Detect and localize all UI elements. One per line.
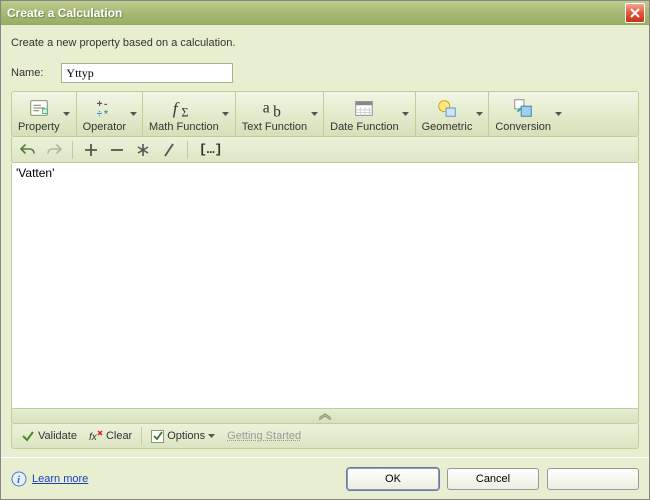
text-function-icon: ab — [261, 96, 287, 120]
date-function-dropdown[interactable] — [401, 94, 411, 134]
svg-text:b: b — [274, 103, 282, 118]
name-input[interactable] — [61, 63, 233, 83]
conversion-button[interactable]: Conversion — [489, 92, 567, 136]
date-function-icon — [351, 96, 377, 120]
svg-text:÷: ÷ — [97, 109, 103, 119]
text-function-dropdown[interactable] — [309, 94, 319, 134]
chevron-up-icon — [317, 412, 333, 420]
date-function-label: Date Function — [330, 121, 398, 133]
brackets-button[interactable]: […] — [196, 142, 225, 157]
date-function-button[interactable]: Date Function — [324, 92, 415, 136]
math-function-button[interactable]: fΣ Math Function — [143, 92, 236, 136]
operator-dropdown[interactable] — [128, 94, 138, 134]
undo-button[interactable] — [18, 140, 38, 160]
text-function-button[interactable]: ab Text Function — [236, 92, 324, 136]
minus-button[interactable] — [107, 140, 127, 160]
divide-button[interactable] — [159, 140, 179, 160]
property-label: Property — [18, 121, 60, 133]
clear-button[interactable]: fx Clear — [84, 427, 137, 445]
geometric-label: Geometric — [422, 121, 473, 133]
learn-more-area: i Learn more — [11, 471, 88, 487]
svg-text:a: a — [263, 99, 270, 116]
property-dropdown[interactable] — [62, 94, 72, 134]
multiply-button[interactable] — [133, 140, 153, 160]
geometric-dropdown[interactable] — [474, 94, 484, 134]
name-row: Name: — [11, 63, 639, 83]
options-button[interactable]: Options — [146, 428, 220, 445]
operator-label: Operator — [83, 121, 126, 133]
cancel-button[interactable]: Cancel — [447, 468, 539, 490]
close-button[interactable] — [625, 3, 645, 23]
conversion-icon — [510, 96, 536, 120]
svg-text:f: f — [173, 99, 180, 118]
checkmark-icon — [21, 429, 35, 443]
undo-icon — [20, 142, 36, 158]
plus-button[interactable] — [81, 140, 101, 160]
asterisk-icon — [135, 142, 151, 158]
description-text: Create a new property based on a calcula… — [11, 37, 639, 49]
name-label: Name: — [11, 67, 43, 79]
dialog-body: Create a new property based on a calcula… — [1, 25, 649, 457]
operator-button[interactable]: +-÷* Operator — [77, 92, 143, 136]
plus-icon — [83, 142, 99, 158]
expand-handle[interactable] — [11, 409, 639, 423]
getting-started-label: Getting Started — [227, 430, 301, 442]
info-icon: i — [11, 471, 27, 487]
redo-icon — [46, 142, 62, 158]
close-icon — [630, 8, 640, 18]
separator — [141, 427, 142, 445]
clear-icon: fx — [89, 429, 103, 443]
help-button[interactable] — [547, 468, 639, 490]
secondary-toolbar: […] — [11, 137, 639, 163]
property-button[interactable]: Property — [12, 92, 77, 136]
geometric-icon — [434, 96, 460, 120]
options-label: Options — [167, 430, 205, 442]
svg-text:*: * — [104, 109, 108, 119]
property-icon — [26, 96, 52, 120]
expression-editor[interactable]: 'Vatten' — [11, 163, 639, 409]
separator — [72, 141, 73, 159]
learn-more-link[interactable]: Learn more — [32, 473, 88, 485]
svg-text:Σ: Σ — [181, 105, 188, 118]
operator-icon: +-÷* — [91, 96, 117, 120]
main-toolbar: Property +-÷* Operator fΣ Ma — [11, 91, 639, 137]
button-row: OK Cancel — [347, 468, 639, 490]
validate-label: Validate — [38, 430, 77, 442]
chevron-down-icon — [208, 434, 215, 438]
conversion-dropdown[interactable] — [553, 94, 563, 134]
minus-icon — [109, 142, 125, 158]
ok-button[interactable]: OK — [347, 468, 439, 490]
titlebar[interactable]: Create a Calculation — [1, 1, 649, 25]
conversion-label: Conversion — [495, 121, 551, 133]
text-function-label: Text Function — [242, 121, 307, 133]
dialog-window: Create a Calculation Create a new proper… — [0, 0, 650, 500]
math-function-dropdown[interactable] — [221, 94, 231, 134]
math-function-icon: fΣ — [171, 96, 197, 120]
footer: i Learn more OK Cancel — [1, 457, 649, 499]
slash-icon — [161, 142, 177, 158]
geometric-button[interactable]: Geometric — [416, 92, 490, 136]
validate-button[interactable]: Validate — [16, 427, 82, 445]
separator — [187, 141, 188, 159]
aux-toolbar: Validate fx Clear Options Getting Starte… — [11, 423, 639, 449]
editor-content: 'Vatten' — [16, 166, 54, 180]
getting-started-link: Getting Started — [222, 428, 306, 444]
clear-label: Clear — [106, 430, 132, 442]
svg-text:fx: fx — [89, 432, 98, 443]
math-function-label: Math Function — [149, 121, 219, 133]
redo-button[interactable] — [44, 140, 64, 160]
window-title: Create a Calculation — [7, 6, 122, 20]
options-checkbox[interactable] — [151, 430, 164, 443]
